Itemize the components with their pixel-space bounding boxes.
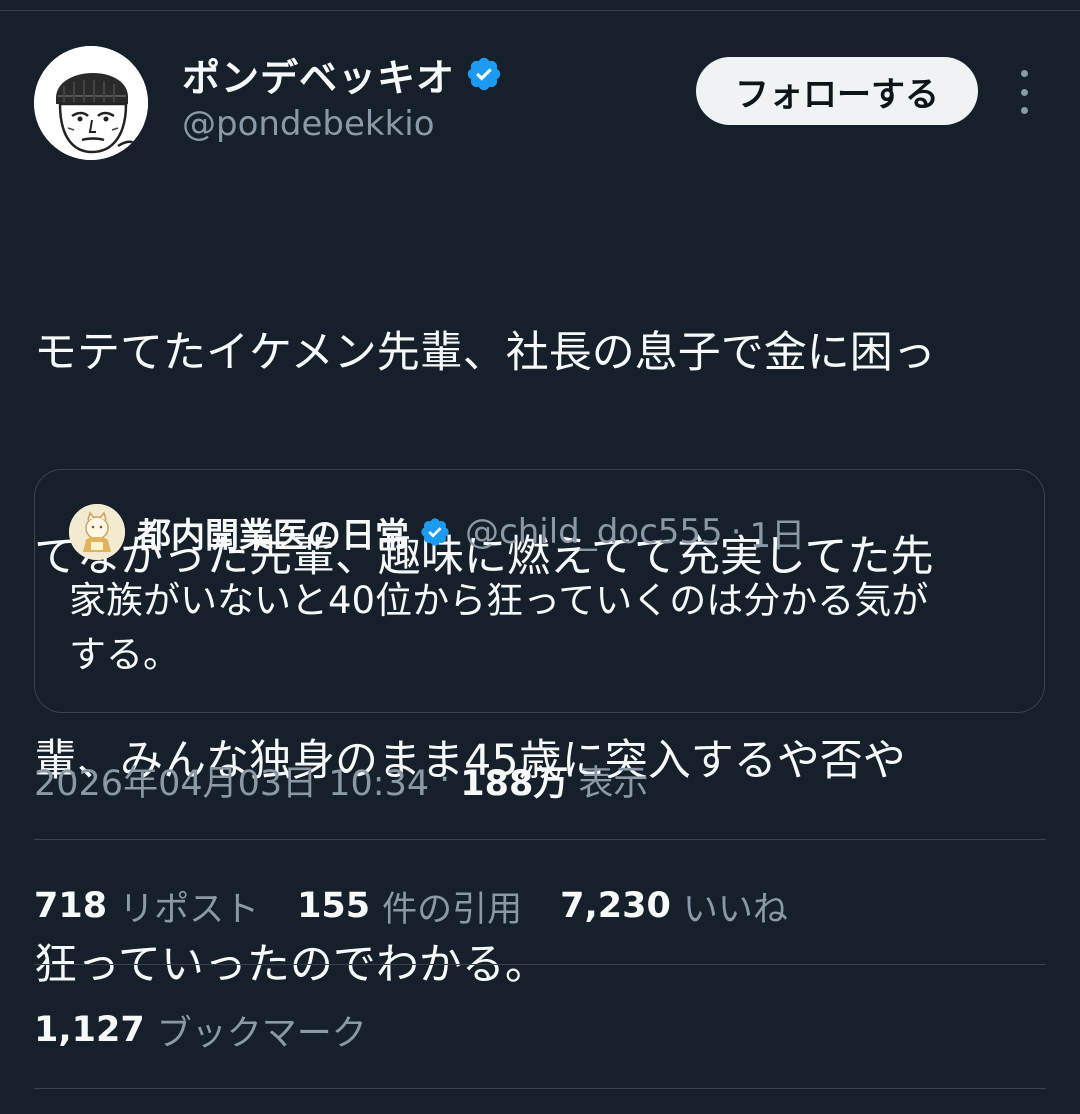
quoted-verified-badge-icon — [421, 518, 449, 546]
bookmarks-label: ブックマーク — [156, 1013, 367, 1054]
quoted-text-line: する。 — [69, 633, 180, 676]
quoted-text: 家族がいないと40位から狂っていくのは分かる気が する。 — [69, 574, 1019, 682]
tweet-meta: 2026年04月03日 10:34 · 188万 表示 — [34, 752, 648, 808]
author-name-row: ポンデベッキオ — [182, 50, 503, 100]
quoted-text-line: 家族がいないと40位から狂っていくのは分かる気が — [69, 579, 929, 622]
author-handle[interactable]: @pondebekkio — [182, 104, 435, 144]
top-divider — [0, 10, 1080, 11]
reposts-label: リポスト — [119, 889, 260, 930]
divider — [34, 839, 1046, 840]
quotes-label: 件の引用 — [382, 889, 523, 930]
more-dot — [1020, 107, 1028, 114]
more-dot — [1020, 70, 1028, 77]
tweet-datetime[interactable]: 2026年04月03日 10:34 — [34, 755, 429, 806]
quotes-count: 155 — [297, 886, 371, 926]
quoted-tweet-card[interactable]: 都内開業医の日常 @child_doc555 · 1日 家族がいないと40位から… — [34, 469, 1045, 713]
more-options-icon[interactable] — [1004, 70, 1044, 114]
bookmarks-stat[interactable]: 1,127 ブックマーク — [34, 1002, 367, 1058]
quoted-handle[interactable]: @child_doc555 — [465, 512, 723, 552]
quoted-separator: · — [730, 512, 742, 552]
likes-stat[interactable]: 7,230 いいね — [560, 881, 788, 932]
reposts-count: 718 — [34, 886, 108, 926]
tweet-text-line: モテてたイケメン先輩、社長の息子で金に困っ — [34, 328, 936, 378]
bookmarks-count: 1,127 — [34, 1010, 145, 1050]
meta-separator: · — [439, 760, 451, 800]
follow-button[interactable]: フォローする — [696, 57, 978, 125]
views-label: 表示 — [578, 763, 649, 804]
author-avatar[interactable] — [34, 46, 148, 160]
views-count: 188万 — [460, 763, 569, 804]
quoted-header: 都内開業医の日常 @child_doc555 · 1日 — [137, 504, 805, 560]
quoted-timestamp[interactable]: 1日 — [750, 508, 806, 557]
quoted-display-name[interactable]: 都内開業医の日常 — [137, 508, 409, 557]
author-display-name[interactable]: ポンデベッキオ — [182, 47, 455, 102]
divider — [34, 1088, 1046, 1089]
quoted-author-avatar[interactable] — [69, 504, 125, 560]
more-dot — [1020, 88, 1028, 96]
avatar-illustration — [34, 46, 148, 160]
tweet-text-line: 狂っていったのでわかる。 — [34, 940, 548, 990]
divider — [34, 964, 1046, 965]
quotes-stat[interactable]: 155 件の引用 — [297, 881, 522, 932]
verified-badge-icon — [467, 57, 501, 91]
engagement-stats: 718 リポスト 155 件の引用 7,230 いいね — [34, 878, 826, 934]
quoted-avatar-illustration — [69, 504, 125, 560]
likes-count: 7,230 — [560, 886, 671, 926]
reposts-stat[interactable]: 718 リポスト — [34, 881, 259, 932]
likes-label: いいね — [682, 889, 788, 930]
